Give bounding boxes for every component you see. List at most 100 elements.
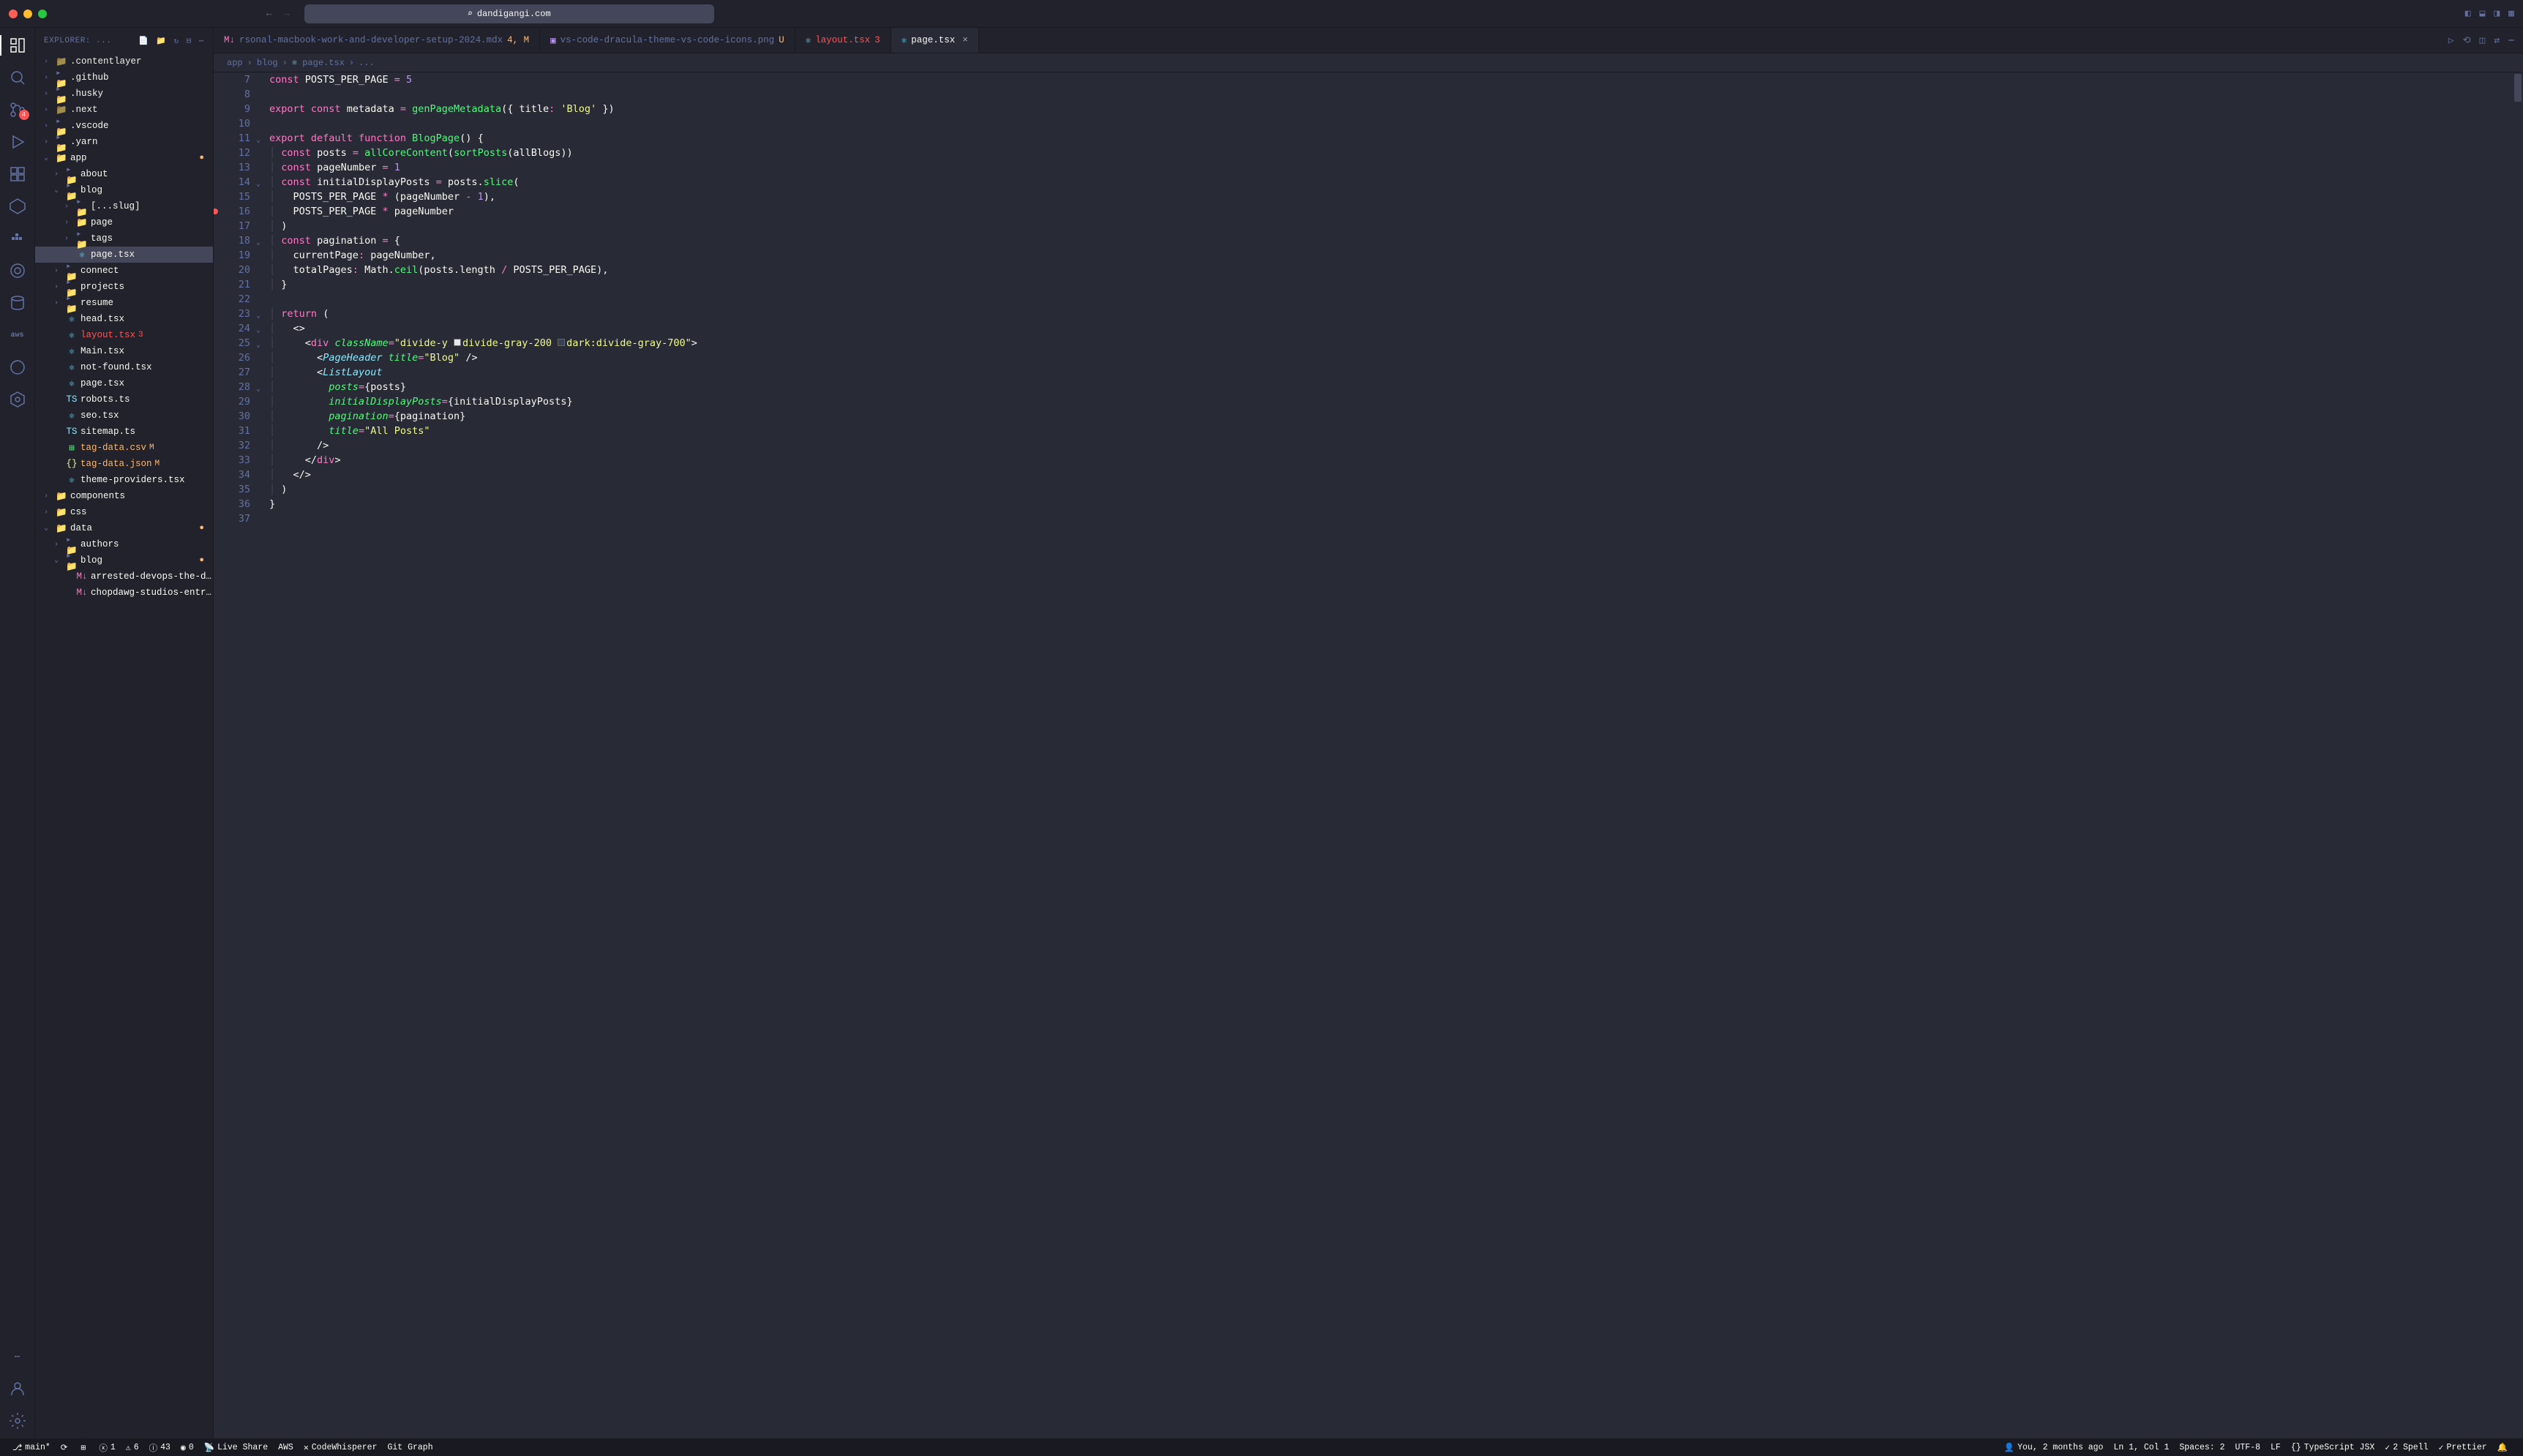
tree-item[interactable]: ⚛page.tsx bbox=[35, 247, 213, 263]
layout-customize-icon[interactable]: ▦ bbox=[2508, 8, 2514, 19]
editor-tab[interactable]: ▣vs-code-dracula-theme-vs-code-icons.png… bbox=[540, 28, 795, 53]
file-tree[interactable]: ›📁.contentlayer›▸📁.github›▸📁.husky›📁.nex… bbox=[35, 53, 213, 1438]
refresh-icon[interactable]: ↻ bbox=[174, 36, 179, 46]
tree-item[interactable]: ›▸📁projects bbox=[35, 279, 213, 295]
breadcrumb-item[interactable]: blog bbox=[257, 58, 278, 68]
statusbar-item[interactable]: ⚠6 bbox=[121, 1442, 144, 1454]
layout-panel-right-icon[interactable]: ◨ bbox=[2494, 8, 2500, 19]
statusbar-item[interactable]: ⓘ43 bbox=[144, 1442, 176, 1454]
tree-item[interactable]: ⊞tag-data.csvM bbox=[35, 440, 213, 456]
tree-item[interactable]: ⚛Main.tsx bbox=[35, 343, 213, 359]
tree-item[interactable]: ⚛layout.tsx3 bbox=[35, 327, 213, 343]
statusbar-item[interactable]: 📡Live Share bbox=[199, 1442, 273, 1454]
tree-item[interactable]: ›▸📁.yarn bbox=[35, 134, 213, 150]
account-activity[interactable] bbox=[9, 1380, 26, 1397]
breadcrumb-item[interactable]: ... bbox=[359, 58, 375, 68]
statusbar-item[interactable]: ⓧ1 bbox=[94, 1442, 120, 1454]
breadcrumb[interactable]: app › blog › ⚛ page.tsx › ... bbox=[214, 53, 2523, 72]
breadcrumb-item[interactable]: app bbox=[227, 58, 243, 68]
tree-item[interactable]: ›▸📁about bbox=[35, 166, 213, 182]
tree-item[interactable]: ⌄▸📁blog bbox=[35, 182, 213, 198]
explorer-activity[interactable] bbox=[9, 37, 26, 54]
breadcrumb-item[interactable]: ⚛ page.tsx bbox=[292, 57, 345, 68]
tree-item[interactable]: ›▸📁[...slug] bbox=[35, 198, 213, 214]
turbo-activity[interactable] bbox=[9, 262, 26, 279]
nav-forward[interactable]: → bbox=[284, 8, 290, 19]
statusbar-item[interactable]: LF bbox=[2265, 1442, 2286, 1453]
layout-panel-left-icon[interactable]: ◧ bbox=[2465, 8, 2471, 19]
editor-tab[interactable]: ⚛page.tsx× bbox=[891, 28, 979, 53]
tree-item[interactable]: TSsitemap.ts bbox=[35, 424, 213, 440]
edge-activity[interactable] bbox=[9, 359, 26, 376]
statusbar-item[interactable]: ✕CodeWhisperer bbox=[299, 1442, 383, 1454]
nav-back[interactable]: ← bbox=[266, 8, 272, 19]
database-activity[interactable] bbox=[9, 294, 26, 312]
tree-item[interactable]: ›📁components bbox=[35, 488, 213, 504]
more-tab-icon[interactable]: ⋯ bbox=[2508, 35, 2514, 46]
statusbar-item[interactable]: ◉0 bbox=[176, 1442, 199, 1454]
search-activity[interactable] bbox=[9, 69, 26, 86]
tree-item[interactable]: ›▸📁authors bbox=[35, 536, 213, 552]
tree-item[interactable]: ›📁css bbox=[35, 504, 213, 520]
tree-item[interactable]: ⚛not-found.tsx bbox=[35, 359, 213, 375]
scm-activity[interactable]: 4 bbox=[9, 101, 26, 119]
scrollbar[interactable] bbox=[2513, 72, 2523, 1438]
run-activity[interactable] bbox=[9, 133, 26, 151]
statusbar-item[interactable]: ✓2 Spell bbox=[2380, 1442, 2433, 1453]
more-activity[interactable]: ⋯ bbox=[9, 1348, 26, 1365]
command-center[interactable]: ⌕ dandigangi.com bbox=[304, 4, 714, 23]
statusbar-item[interactable]: Ln 1, Col 1 bbox=[2108, 1442, 2174, 1453]
statusbar-item[interactable]: Spaces: 2 bbox=[2174, 1442, 2230, 1453]
close-tab-icon[interactable]: × bbox=[962, 35, 968, 45]
tree-item[interactable]: ⚛theme-providers.tsx bbox=[35, 472, 213, 488]
close-window[interactable] bbox=[9, 10, 18, 18]
code-editor[interactable]: 7891011⌄121314⌄15161718⌄1920212223⌄24⌄25… bbox=[214, 72, 2523, 1438]
docker-activity[interactable] bbox=[9, 230, 26, 247]
tree-item[interactable]: TSrobots.ts bbox=[35, 391, 213, 408]
statusbar-item[interactable]: {}TypeScript JSX bbox=[2286, 1442, 2380, 1453]
run-icon[interactable]: ▷ bbox=[2448, 35, 2454, 46]
aws-activity[interactable]: aws bbox=[9, 326, 26, 344]
tree-item[interactable]: M↓chopdawg-studios-entrep... bbox=[35, 585, 213, 601]
tree-item[interactable]: ›📁.contentlayer bbox=[35, 53, 213, 70]
layout-panel-bottom-icon[interactable]: ⬓ bbox=[2480, 8, 2486, 19]
tree-item[interactable]: ›📁.next bbox=[35, 102, 213, 118]
tree-item[interactable]: ›▸📁resume bbox=[35, 295, 213, 311]
tree-item[interactable]: ›▸📁.husky bbox=[35, 86, 213, 102]
statusbar-item[interactable]: ⟳ bbox=[56, 1442, 76, 1454]
tree-item[interactable]: ⌄▸📁blog● bbox=[35, 552, 213, 568]
statusbar-item[interactable]: AWS bbox=[273, 1442, 299, 1454]
tree-item[interactable]: M↓arrested-devops-the-dev... bbox=[35, 568, 213, 585]
tree-item[interactable]: ›▸📁connect bbox=[35, 263, 213, 279]
tree-item[interactable]: ›📁page bbox=[35, 214, 213, 230]
tree-item[interactable]: ⚛page.tsx bbox=[35, 375, 213, 391]
statusbar-item[interactable]: UTF-8 bbox=[2230, 1442, 2266, 1453]
code-content[interactable]: const POSTS_PER_PAGE = 5export const met… bbox=[265, 72, 2523, 1438]
tree-item[interactable]: ⌄📁data● bbox=[35, 520, 213, 536]
k8s-activity[interactable] bbox=[9, 391, 26, 408]
statusbar-item[interactable]: 🔔 bbox=[2492, 1442, 2516, 1453]
statusbar-item[interactable]: ⎇main* bbox=[7, 1442, 56, 1454]
tree-item[interactable]: ⚛head.tsx bbox=[35, 311, 213, 327]
statusbar-item[interactable]: 👤You, 2 months ago bbox=[1999, 1442, 2109, 1453]
extensions-activity[interactable] bbox=[9, 165, 26, 183]
editor-tab[interactable]: ⚛layout.tsx3 bbox=[795, 28, 891, 53]
maximize-window[interactable] bbox=[38, 10, 47, 18]
new-file-icon[interactable]: 📄 bbox=[138, 36, 149, 46]
statusbar-item[interactable]: ⊞ bbox=[75, 1442, 94, 1454]
debug-icon[interactable]: ⟲ bbox=[2463, 35, 2471, 46]
new-folder-icon[interactable]: 📁 bbox=[156, 36, 166, 46]
diff-icon[interactable]: ⇄ bbox=[2494, 35, 2500, 46]
editor-tab[interactable]: M↓rsonal-macbook-work-and-developer-setu… bbox=[214, 28, 540, 53]
settings-activity[interactable] bbox=[9, 1412, 26, 1430]
statusbar-item[interactable]: ✓Prettier bbox=[2434, 1442, 2492, 1453]
split-icon[interactable]: ◫ bbox=[2480, 35, 2486, 46]
tree-item[interactable]: ›▸📁tags bbox=[35, 230, 213, 247]
tree-item[interactable]: {}tag-data.jsonM bbox=[35, 456, 213, 472]
collapse-icon[interactable]: ⊟ bbox=[187, 36, 192, 46]
statusbar-item[interactable]: Git Graph bbox=[382, 1442, 438, 1454]
more-icon[interactable]: ⋯ bbox=[199, 36, 204, 46]
tree-item[interactable]: ⌄📁app● bbox=[35, 150, 213, 166]
tree-item[interactable]: ⚛seo.tsx bbox=[35, 408, 213, 424]
minimize-window[interactable] bbox=[23, 10, 32, 18]
